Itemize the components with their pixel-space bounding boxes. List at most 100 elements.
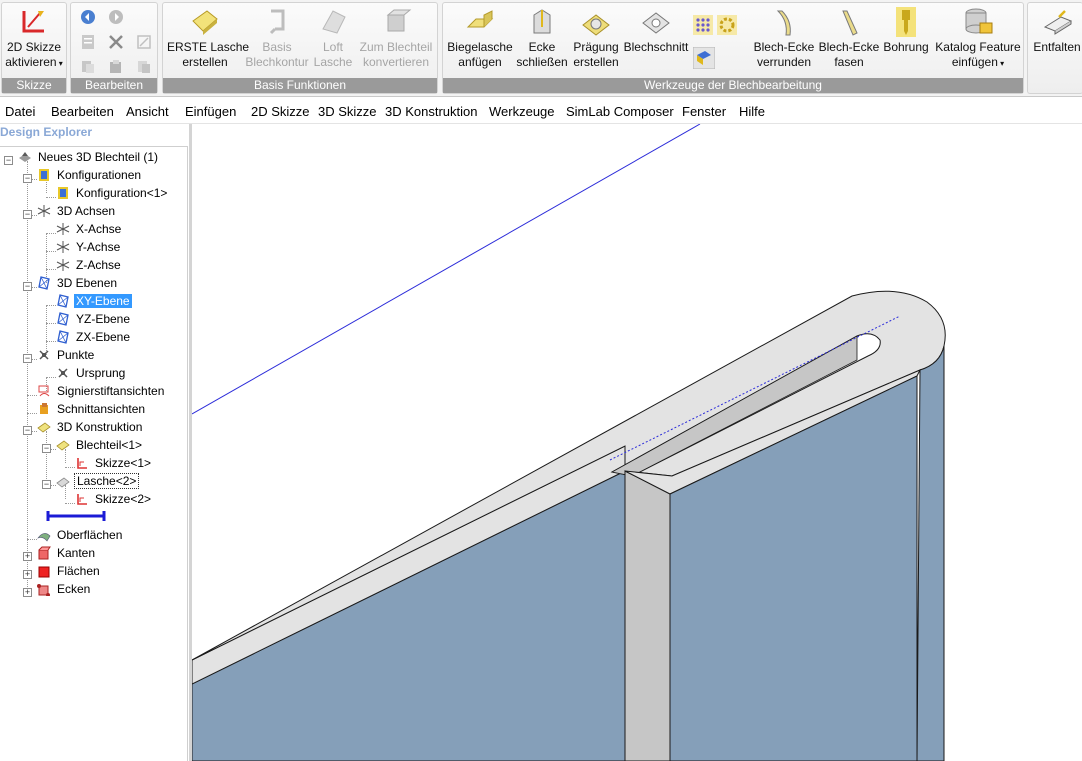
tree-item-3d-ebenen[interactable]: 3D Ebenen: [37, 273, 119, 291]
tree-item-lasche-2[interactable]: Lasche<2>: [56, 471, 140, 489]
pattern-icon[interactable]: [693, 15, 713, 35]
katalog-feature-einfuegen-button[interactable]: Katalog Feature einfügen ▾: [933, 7, 1023, 71]
basis-label-2: Blechkontur: [245, 55, 309, 69]
expand-toggle-kanten[interactable]: +: [23, 552, 32, 561]
tree-item-z-achse[interactable]: Z-Achse: [56, 255, 123, 273]
collapse-toggle-root[interactable]: −: [4, 156, 13, 165]
tree-item-flaechen[interactable]: Flächen: [37, 561, 102, 579]
sketch-icon: [77, 493, 87, 505]
menu-datei[interactable]: Datei: [5, 104, 35, 119]
tree-item-root[interactable]: Neues 3D Blechteil (1): [18, 147, 160, 165]
right-face: [916, 345, 945, 761]
katalog-label-1: Katalog Feature: [935, 40, 1021, 54]
sketch-icon: [77, 457, 87, 469]
fasen-label-1: Blech-Ecke: [818, 40, 880, 54]
biegelasche-anfuegen-button[interactable]: Biegelasche anfügen: [445, 7, 515, 70]
axis-icon: [56, 222, 70, 235]
tree-item-skizze-2[interactable]: Skizze<2>: [75, 489, 153, 507]
tree-item-blechteil-1[interactable]: Blechteil<1>: [56, 435, 144, 453]
axis-icon: [37, 204, 51, 217]
faces-icon: [38, 566, 50, 578]
erste-lasche-erstellen-button[interactable]: ERSTE Lasche erstellen: [167, 7, 249, 70]
undo-icon[interactable]: [79, 8, 97, 26]
tree-item-y-achse[interactable]: Y-Achse: [56, 237, 122, 255]
3d-viewport[interactable]: [192, 124, 1082, 761]
zum-blechteil-konvertieren-button[interactable]: Zum Blechteil konvertieren: [357, 7, 435, 70]
properties-icon[interactable]: [79, 33, 97, 51]
menu-3d-skizze[interactable]: 3D Skizze: [318, 104, 377, 119]
verrunden-label-1: Blech-Ecke: [753, 40, 815, 54]
tree-item-ecken[interactable]: Ecken: [37, 579, 92, 597]
catalog-database-icon: [965, 8, 993, 34]
tree-item-x-achse[interactable]: X-Achse: [56, 219, 123, 237]
tree-item-kanten[interactable]: Kanten: [37, 543, 97, 561]
loft-lasche-button[interactable]: Loft Lasche: [311, 7, 355, 70]
tree-item-3d-achsen[interactable]: 3D Achsen: [37, 201, 117, 219]
expand-toggle-flaechen[interactable]: +: [23, 570, 32, 579]
verrunden-label-2: verrunden: [756, 55, 812, 69]
collapse-toggle-3d-achsen[interactable]: −: [23, 210, 32, 219]
collapse-toggle-3d-ebenen[interactable]: −: [23, 282, 32, 291]
tree-item-ursprung[interactable]: Ursprung: [56, 363, 127, 381]
cut-icon[interactable]: [79, 58, 97, 76]
menu-2d-skizze[interactable]: 2D Skizze: [251, 104, 310, 119]
expand-toggle-ecken[interactable]: +: [23, 588, 32, 597]
tree-item-oberflaechen[interactable]: Oberflächen: [37, 525, 124, 543]
ecke-label-2: schließen: [516, 55, 568, 69]
tree-item-konfiguration-1[interactable]: Konfiguration<1>: [56, 183, 169, 201]
tree-item-signierstiftansichten[interactable]: Signierstiftansichten: [37, 381, 166, 399]
configuration-icon: [58, 186, 68, 199]
loft-icon: [322, 10, 346, 34]
edit-icon[interactable]: [135, 33, 153, 51]
blech-ecke-verrunden-button[interactable]: Blech-Ecke verrunden: [751, 7, 817, 70]
tree-item-xy-ebene[interactable]: XY-Ebene: [56, 291, 132, 309]
collapse-toggle-lasche[interactable]: −: [42, 480, 51, 489]
collapse-toggle-punkte[interactable]: −: [23, 354, 32, 363]
plane-icon: [57, 330, 69, 344]
configuration-icon: [39, 168, 49, 181]
menu-werkzeuge[interactable]: Werkzeuge: [489, 104, 555, 119]
basis-blechkontur-button[interactable]: Basis Blechkontur: [245, 7, 309, 70]
ecke-schliessen-button[interactable]: Ecke schließen: [515, 7, 569, 70]
menu-ansicht[interactable]: Ansicht: [126, 104, 169, 119]
bohrung-button[interactable]: Bohrung: [881, 7, 931, 55]
zum-blechteil-label-2: konvertieren: [362, 55, 430, 69]
tree-item-schnittansichten[interactable]: Schnittansichten: [37, 399, 147, 417]
fasen-icon: [842, 10, 858, 36]
menu-einfuegen[interactable]: Einfügen: [185, 104, 236, 119]
tree-item-3d-konstruktion[interactable]: 3D Konstruktion: [37, 417, 144, 435]
2d-skizze-aktivieren-button[interactable]: 2D Skizze aktivieren ▾: [2, 7, 66, 71]
collapse-toggle-3d-konstruktion[interactable]: −: [23, 426, 32, 435]
copy-icon[interactable]: [107, 58, 125, 76]
biegelasche-icon: [466, 10, 494, 28]
tree-item-zx-ebene[interactable]: ZX-Ebene: [56, 327, 132, 345]
sketch-icon: [22, 11, 44, 33]
ribbon-group-skizze: 2D Skizze aktivieren ▾ Skizze: [1, 2, 67, 94]
menu-hilfe[interactable]: Hilfe: [739, 104, 765, 119]
blechschnitt-button[interactable]: Blechschnitt: [623, 7, 689, 55]
loft-label-1: Loft: [322, 40, 343, 54]
circular-pattern-icon[interactable]: [717, 15, 737, 35]
tree-item-skizze-1[interactable]: Skizze<1>: [75, 453, 153, 471]
menu-fenster[interactable]: Fenster: [682, 104, 726, 119]
tree-item-yz-ebene[interactable]: YZ-Ebene: [56, 309, 132, 327]
rollback-bar[interactable]: [46, 509, 106, 523]
tree-item-konfigurationen[interactable]: Konfigurationen: [37, 165, 143, 183]
paste-icon[interactable]: [135, 58, 153, 76]
menu-3d-konstruktion[interactable]: 3D Konstruktion: [385, 104, 478, 119]
sheet-tool-icon[interactable]: [693, 47, 715, 69]
praegung-erstellen-button[interactable]: Prägung erstellen: [569, 7, 623, 70]
praegung-label-1: Prägung: [573, 40, 619, 54]
aktivieren-label: aktivieren: [5, 55, 57, 69]
collapse-toggle-blechteil[interactable]: −: [42, 444, 51, 453]
blech-ecke-fasen-button[interactable]: Blech-Ecke fasen: [817, 7, 881, 70]
redo-icon[interactable]: [107, 8, 125, 26]
menu-simlab-composer[interactable]: SimLab Composer: [566, 104, 674, 119]
entfalten-button[interactable]: Entfalten: [1030, 7, 1082, 55]
delete-icon[interactable]: [107, 33, 125, 51]
entfalten-icon: [1043, 10, 1073, 35]
entfalten-label: Entfalten: [1033, 40, 1081, 54]
tree-item-punkte[interactable]: Punkte: [37, 345, 96, 363]
menu-bearbeiten[interactable]: Bearbeiten: [51, 104, 114, 119]
collapse-toggle-konfigurationen[interactable]: −: [23, 174, 32, 183]
